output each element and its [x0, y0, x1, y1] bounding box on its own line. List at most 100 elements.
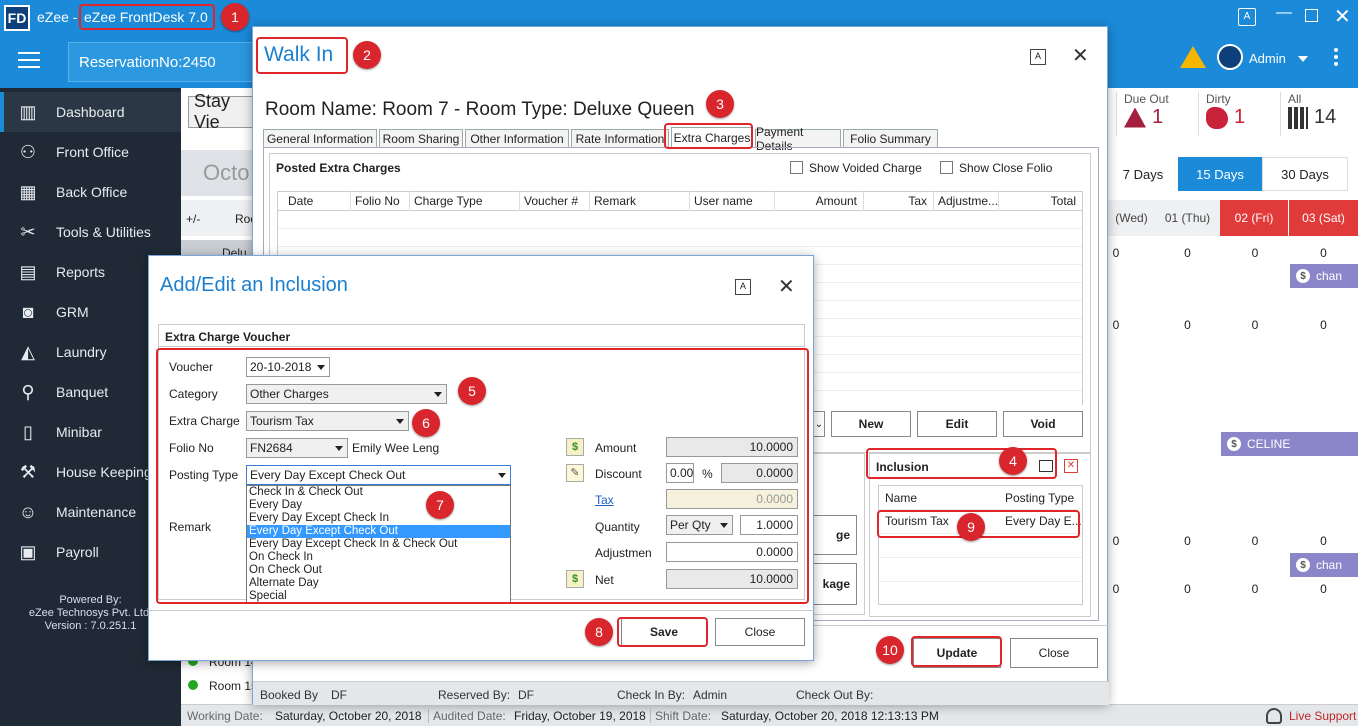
step-marker: 6 [412, 409, 440, 437]
grid-count-cell: 0 [1112, 534, 1120, 548]
close-icon[interactable]: ✕ [778, 274, 795, 299]
stat-all[interactable]: All 14 [1280, 92, 1358, 136]
tab-folio-summary[interactable]: Folio Summary [843, 129, 938, 147]
step-marker: 7 [426, 491, 454, 519]
charges-column-header[interactable]: Date [284, 191, 350, 211]
close-button[interactable]: Close [1010, 638, 1098, 668]
show-voided-checkbox[interactable] [790, 161, 803, 174]
reserved-by-value: DF [518, 688, 534, 702]
sidebar-item-dashboard[interactable]: ▥ Dashboard [0, 92, 181, 132]
charges-column-header[interactable]: Amount [774, 191, 863, 211]
status-bar: Working Date: Saturday, October 20, 2018… [181, 704, 1358, 726]
translate-icon[interactable]: A [1238, 8, 1256, 26]
tab-7-days[interactable]: 7 Days [1108, 157, 1178, 191]
charges-column-header[interactable]: Tax [863, 191, 933, 211]
stat-due-out[interactable]: Due Out 1 [1116, 92, 1196, 136]
translate-icon[interactable]: A [1030, 49, 1046, 65]
sidebar-item-back-office[interactable]: ▦ Back Office [0, 172, 181, 212]
charges-column-header[interactable]: Voucher # [519, 191, 589, 211]
booking-chip[interactable]: $ chan [1290, 553, 1358, 577]
more-options-icon[interactable] [1334, 48, 1338, 66]
section-divider [159, 346, 804, 347]
sidebar-item-label: Minibar [56, 424, 102, 440]
charges-column-header[interactable]: Total [998, 191, 1082, 211]
audited-date-label: Audited Date: [428, 709, 506, 723]
step-marker: 2 [353, 41, 381, 69]
sidebar-item-tools-utilities[interactable]: ✂ Tools & Utilities [0, 212, 181, 252]
inclusion-close-button[interactable]: Close [715, 618, 805, 646]
room15-status-dot [188, 680, 198, 690]
voucher-section-title: Extra Charge Voucher [165, 330, 291, 344]
highlight-box [866, 448, 1057, 479]
room-name-heading: Room Name: Room 7 - Room Type: Deluxe Qu… [265, 99, 695, 120]
stat-due-out-value: 1 [1152, 106, 1164, 128]
charges-column-header[interactable]: Charge Type [409, 191, 519, 211]
package-button[interactable]: ge [813, 515, 857, 555]
tab-other-information[interactable]: Other Information [465, 129, 569, 147]
sidebar-item-label: Payroll [56, 544, 99, 560]
highlight-box [256, 37, 348, 74]
user-dropdown-icon[interactable] [1298, 56, 1308, 62]
fridge-icon: ▯ [23, 421, 33, 442]
delete-inclusion-icon[interactable]: ✕ [1064, 459, 1078, 473]
tab-room-sharing[interactable]: Room Sharing [379, 129, 463, 147]
booking-chip[interactable]: $ chan [1290, 264, 1358, 288]
grid-count-cell: 0 [1320, 534, 1327, 548]
highlight-box [79, 4, 215, 30]
charges-column-header[interactable]: User name [689, 191, 774, 211]
headset-icon[interactable] [1266, 708, 1282, 724]
tab-general-information[interactable]: General Information [263, 129, 377, 147]
close-window-icon[interactable]: ✕ [1334, 4, 1351, 29]
tab-15-days[interactable]: 15 Days [1178, 157, 1262, 191]
grid-count-cell: 0 [1112, 318, 1120, 332]
sidebar-item-label: Back Office [56, 184, 128, 200]
minimize-icon[interactable]: — [1276, 4, 1292, 22]
working-date-value: Saturday, October 20, 2018 [275, 709, 422, 723]
working-date-label: Working Date: [187, 709, 263, 723]
grid-count-cell: 0 [1184, 582, 1191, 596]
tab-30-days[interactable]: 30 Days [1262, 157, 1348, 191]
void-charge-button[interactable]: Void [1003, 411, 1083, 437]
tab-rate-information[interactable]: Rate Information [571, 129, 669, 147]
booking-name: chan [1316, 269, 1343, 283]
show-voided-label[interactable]: Show Voided Charge [809, 161, 922, 175]
grid-count-cell: 0 [1184, 318, 1191, 332]
plus-minus-label[interactable]: +/- [186, 212, 200, 226]
broom-icon: ⚒ [19, 461, 37, 482]
grid-count-cell: 0 [1184, 534, 1191, 548]
restore-icon[interactable] [1305, 9, 1318, 22]
show-close-folio-checkbox[interactable] [940, 161, 953, 174]
sidebar-item-front-office[interactable]: ⚇ Front Office [0, 132, 181, 172]
room15-label: Room 15 [209, 679, 258, 693]
user-name[interactable]: Admin [1249, 51, 1286, 66]
show-close-folio-label[interactable]: Show Close Folio [959, 161, 1052, 175]
booking-chip[interactable]: $ CELINE [1221, 432, 1358, 456]
building-icon: ▦ [19, 181, 37, 202]
translate-icon[interactable]: A [735, 279, 751, 295]
edit-charge-button[interactable]: Edit [917, 411, 997, 437]
warning-icon[interactable] [1180, 46, 1206, 68]
sidebar-item-label: Dashboard [56, 104, 125, 120]
stat-dirty[interactable]: Dirty 1 [1198, 92, 1278, 136]
stay-view-button[interactable]: Stay Vie [188, 91, 258, 132]
step-marker: 8 [585, 618, 613, 646]
package-button-2[interactable]: kage [813, 563, 857, 605]
charges-column-header[interactable]: Adjustme... [933, 191, 998, 211]
live-support-link[interactable]: Live Support [1289, 709, 1356, 723]
dollar-icon: $ [1296, 558, 1310, 572]
close-icon[interactable]: ✕ [1072, 43, 1089, 68]
tools-icon: ✂ [20, 221, 36, 242]
user-avatar-icon[interactable] [1217, 44, 1243, 70]
stat-dirty-value: 1 [1234, 106, 1246, 128]
charges-column-header[interactable]: Folio No [350, 191, 409, 211]
tab-payment-details[interactable]: Payment Details [755, 125, 841, 153]
grid-count-cell: 0 [1251, 318, 1259, 332]
grid-count-cell: 0 [1320, 246, 1327, 260]
new-charge-button[interactable]: New [831, 411, 911, 437]
charges-column-header[interactable]: Remark [589, 191, 689, 211]
grid-count-cell: 0 [1184, 246, 1191, 260]
partial-dropdown-button[interactable]: ⌄ [813, 411, 825, 437]
hamburger-menu-icon[interactable] [18, 52, 40, 68]
highlight-box [664, 123, 753, 149]
step-marker: 9 [957, 513, 985, 541]
